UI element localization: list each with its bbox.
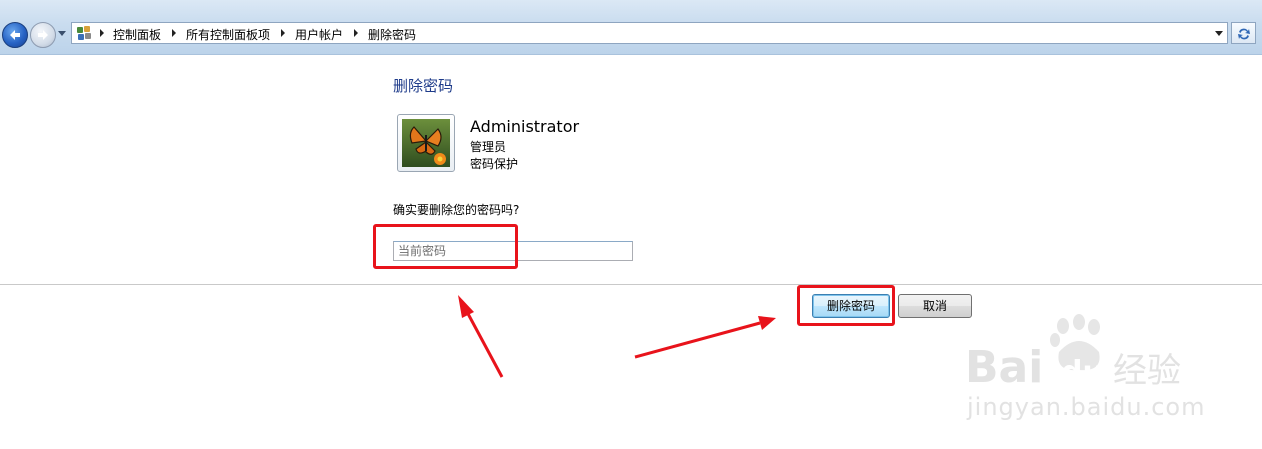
baidu-watermark-logo: Bai du 经验 [965, 314, 1181, 392]
arrow-to-input [458, 295, 504, 378]
arrow-to-button [634, 316, 776, 359]
svg-text:经验: 经验 [1113, 351, 1181, 391]
svg-text:du: du [1061, 355, 1104, 390]
watermark-url: jingyan.baidu.com [967, 393, 1206, 421]
svg-text:Bai: Bai [965, 342, 1043, 392]
